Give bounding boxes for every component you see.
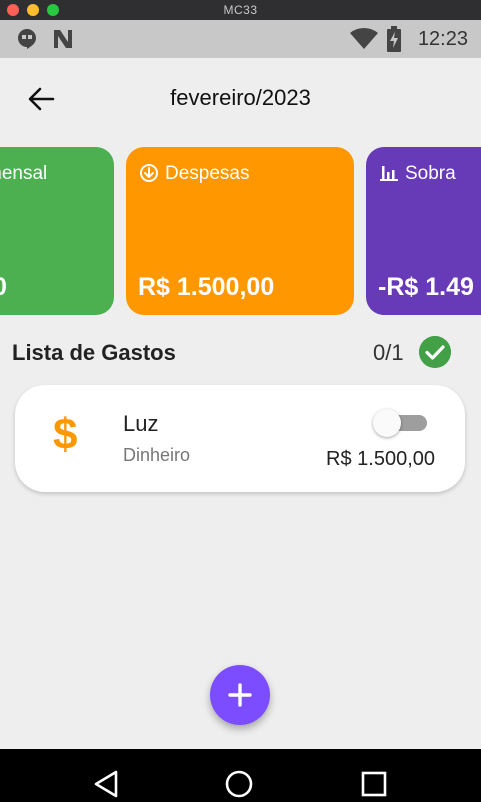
hangouts-icon [18, 29, 36, 49]
add-expense-button[interactable] [210, 665, 270, 725]
card-label-mensal: mensal [0, 163, 48, 184]
expense-name: Luz [123, 411, 159, 436]
home-circle-icon[interactable] [224, 769, 254, 799]
card-label-despesas: Despesas [165, 163, 250, 184]
app-bar: fevereiro/2023 [0, 58, 481, 138]
list-title: Lista de Gastos [12, 340, 176, 365]
bar-chart-icon [380, 166, 398, 181]
expense-amount: R$ 1.500,00 [326, 448, 435, 470]
summary-card-mensal[interactable]: mensal 0 [0, 147, 114, 315]
card-value-mensal: 0 [0, 273, 7, 302]
expense-payment-method: Dinheiro [123, 445, 191, 465]
recents-square-icon[interactable] [359, 769, 389, 799]
dollar-icon: $ [53, 410, 78, 459]
card-value-despesas: R$ 1.500,00 [138, 273, 275, 301]
expense-item[interactable]: $ Luz Dinheiro R$ 1.500,00 [15, 385, 465, 492]
n-notification-icon [54, 30, 72, 48]
paid-count: 0/1 [373, 340, 404, 365]
check-circle-icon[interactable] [419, 336, 451, 368]
add-icon [228, 683, 252, 707]
wifi-icon [350, 27, 378, 49]
toggle-thumb [373, 409, 401, 437]
emulator-title-bar: MC33 [0, 0, 481, 20]
navigation-bar [0, 749, 481, 802]
status-clock: 12:23 [417, 28, 468, 50]
card-label-sobra: Sobra [405, 163, 456, 184]
page-title: fevereiro/2023 [170, 85, 311, 110]
summary-card-despesas[interactable]: Despesas R$ 1.500,00 [126, 147, 354, 315]
paid-toggle[interactable] [373, 406, 429, 437]
arrow-circle-down-icon [140, 164, 158, 182]
status-bar: 12:23 [0, 20, 481, 58]
summary-card-sobra[interactable]: Sobra -R$ 1.49 [366, 147, 481, 315]
card-value-sobra: -R$ 1.49 [378, 273, 474, 301]
back-triangle-icon[interactable] [92, 769, 122, 799]
battery-charging-icon [387, 26, 401, 52]
window-title: MC33 [223, 3, 258, 17]
app-screen: fevereiro/2023 mensal 0 Despesas R$ 1.50… [0, 58, 481, 749]
